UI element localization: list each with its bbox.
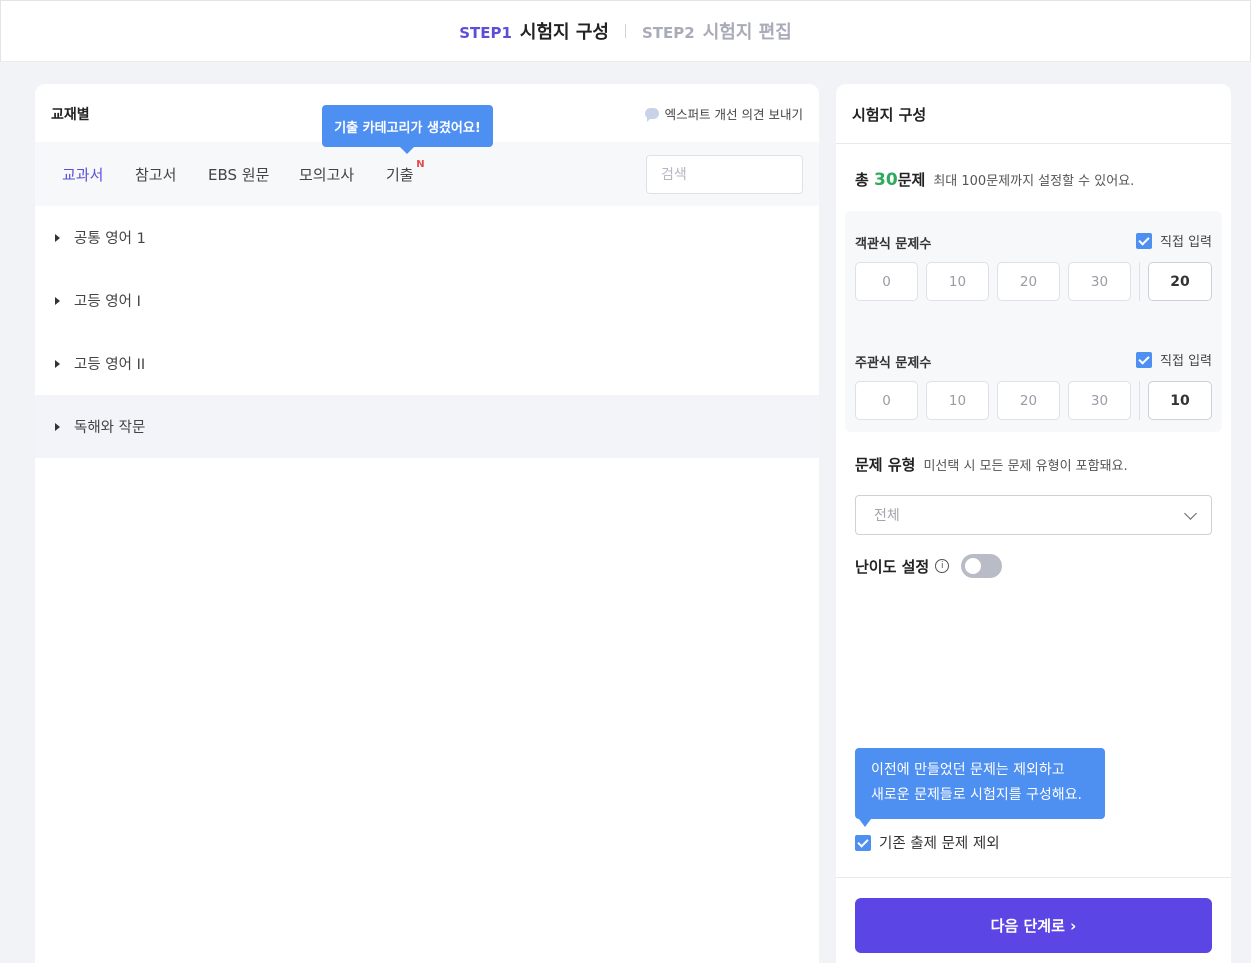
checkbox-checked-icon: [1136, 351, 1153, 368]
subjective-count-label: 주관식 문제수: [855, 356, 932, 371]
next-step-button[interactable]: 다음 단계로 ›: [855, 898, 1212, 953]
difficulty-setting: 난이도 설정 i: [855, 554, 1003, 578]
objective-count-label: 객관식 문제수: [855, 237, 932, 252]
exclude-tooltip: 이전에 만들었던 문제는 제외하고 새로운 문제들로 시험지를 구성해요.: [855, 748, 1105, 827]
panel-title: 교재별: [51, 107, 90, 123]
difficulty-toggle[interactable]: [961, 554, 1003, 578]
chevron-down-icon: [1184, 507, 1197, 520]
step-1-number: STEP1: [459, 24, 512, 42]
tree-item-label: 고등 영어 I: [74, 294, 141, 310]
new-category-tooltip: 기출 카테고리가 생겼어요!: [322, 105, 493, 154]
objective-option[interactable]: 0: [855, 262, 918, 301]
caret-right-icon: [55, 233, 60, 242]
info-icon[interactable]: i: [935, 559, 950, 573]
tooltip-line-1: 이전에 만들었던 문제는 제외하고: [871, 762, 1065, 778]
subjective-option[interactable]: 30: [1068, 381, 1131, 420]
total-count-text: 총 30문제: [855, 169, 925, 190]
tab-ebs[interactable]: EBS 원문: [208, 164, 269, 185]
subjective-option[interactable]: 0: [855, 381, 918, 420]
category-tabs: 교과서 참고서 EBS 원문 모의고사 기출 N: [35, 142, 819, 206]
tree-item-label: 독해와 작문: [74, 420, 146, 436]
step-divider: [625, 24, 626, 38]
tree-item-label: 공통 영어 1: [74, 231, 146, 247]
textbook-panel: 교재별 엑스퍼트 개선 의견 보내기 교과서 참고서 EBS 원문 모의고사 기…: [35, 84, 819, 963]
question-count-box: 객관식 문제수 직접 입력 0 10 20 30 20 주관식 문제수 직접 입…: [845, 211, 1222, 432]
step-2: STEP2 시험지 편집: [642, 18, 792, 44]
tab-past-exam[interactable]: 기출 N: [386, 159, 425, 185]
subjective-count-input[interactable]: 10: [1148, 381, 1212, 420]
question-type-select[interactable]: 전체: [855, 495, 1212, 535]
tree-item[interactable]: 고등 영어 II: [35, 332, 819, 395]
objective-option[interactable]: 30: [1068, 262, 1131, 301]
tab-past-exam-label: 기출: [386, 166, 414, 184]
step-1-title: 시험지 구성: [519, 22, 609, 43]
footer-divider: [836, 877, 1231, 878]
question-type-heading: 문제 유형 미선택 시 모든 문제 유형이 포함돼요.: [855, 454, 1128, 475]
subjective-direct-input-toggle[interactable]: 직접 입력: [1136, 350, 1212, 369]
difficulty-label: 난이도 설정: [855, 557, 930, 576]
total-prefix: 총: [855, 171, 869, 189]
tab-reference[interactable]: 참고서: [135, 164, 176, 185]
new-badge: N: [416, 159, 425, 170]
divider: [1139, 262, 1140, 301]
caret-right-icon: [55, 422, 60, 431]
question-type-hint: 미선택 시 모든 문제 유형이 포함돼요.: [923, 459, 1128, 474]
objective-direct-input-toggle[interactable]: 직접 입력: [1136, 231, 1212, 250]
step-2-number: STEP2: [642, 24, 695, 42]
textbook-tree: 공통 영어 1 고등 영어 I 고등 영어 II 독해와 작문: [35, 206, 819, 458]
search-input[interactable]: [646, 155, 803, 194]
question-type-label: 문제 유형: [855, 456, 916, 474]
objective-option[interactable]: 20: [997, 262, 1060, 301]
caret-right-icon: [55, 359, 60, 368]
exam-config-panel: 시험지 구성 총 30문제 최대 100문제까지 설정할 수 있어요. 객관식 …: [836, 84, 1231, 963]
tree-item[interactable]: 공통 영어 1: [35, 206, 819, 269]
tree-item[interactable]: 독해와 작문: [35, 395, 819, 458]
exclude-previous-checkbox[interactable]: 기존 출제 문제 제외: [855, 832, 1000, 853]
caret-right-icon: [55, 296, 60, 305]
objective-options: 0 10 20 30 20: [855, 262, 1212, 302]
exclude-label: 기존 출제 문제 제외: [879, 836, 1000, 852]
expert-feedback-link[interactable]: 엑스퍼트 개선 의견 보내기: [644, 104, 803, 123]
checkbox-checked-icon: [1136, 232, 1153, 249]
tab-textbook[interactable]: 교과서: [62, 164, 103, 185]
objective-option[interactable]: 10: [926, 262, 989, 301]
step-bar: STEP1 시험지 구성 STEP2 시험지 편집: [0, 0, 1251, 62]
checkbox-checked-icon: [855, 834, 871, 851]
question-type-value: 전체: [874, 508, 900, 524]
direct-input-label: 직접 입력: [1160, 354, 1212, 369]
subjective-option[interactable]: 20: [997, 381, 1060, 420]
objective-count-input[interactable]: 20: [1148, 262, 1212, 301]
tree-item-label: 고등 영어 II: [74, 357, 146, 373]
step-2-title: 시험지 편집: [702, 22, 792, 43]
total-hint: 최대 100문제까지 설정할 수 있어요.: [933, 174, 1135, 189]
total-count: 총 30문제 최대 100문제까지 설정할 수 있어요.: [855, 169, 1134, 190]
subjective-options: 0 10 20 30 10: [855, 381, 1212, 421]
total-number: 30: [874, 170, 898, 190]
tab-mock-exam[interactable]: 모의고사: [299, 164, 354, 185]
direct-input-label: 직접 입력: [1160, 235, 1212, 250]
tree-item[interactable]: 고등 영어 I: [35, 269, 819, 332]
speech-bubble-icon: [644, 108, 659, 122]
config-title: 시험지 구성: [836, 84, 1231, 144]
step-1: STEP1 시험지 구성: [459, 18, 609, 44]
expert-feedback-label: 엑스퍼트 개선 의견 보내기: [664, 107, 803, 122]
total-suffix: 문제: [897, 171, 926, 189]
tooltip-line-2: 새로운 문제들로 시험지를 구성해요.: [871, 787, 1082, 803]
divider: [1139, 381, 1140, 420]
subjective-option[interactable]: 10: [926, 381, 989, 420]
